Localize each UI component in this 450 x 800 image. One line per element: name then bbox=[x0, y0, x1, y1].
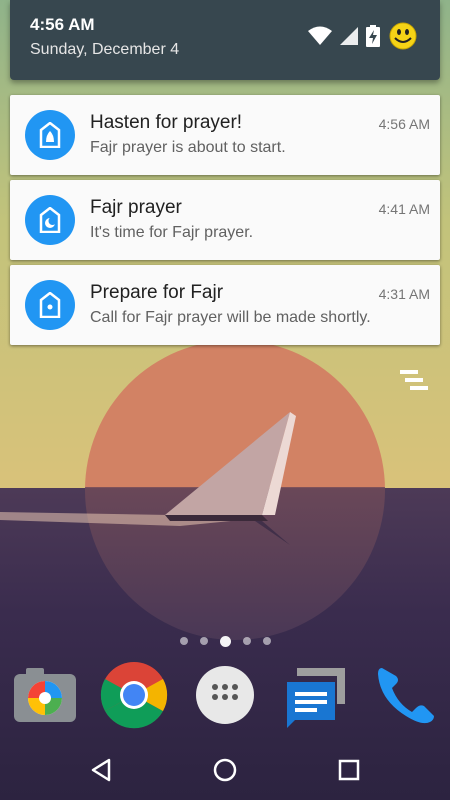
cellular-signal-icon bbox=[340, 27, 358, 45]
clear-all-icon[interactable] bbox=[396, 368, 432, 394]
status-icons bbox=[308, 22, 418, 50]
mosque-dot-icon bbox=[25, 280, 75, 330]
notification-body: It's time for Fajr prayer. bbox=[90, 224, 254, 241]
notification-shade-header[interactable]: 4:56 AM Sunday, December 4 bbox=[10, 0, 440, 80]
app-drawer-icon[interactable] bbox=[190, 660, 260, 730]
status-clock: 4:56 AM bbox=[30, 15, 95, 34]
notification-card[interactable]: Prepare for Fajr 4:31 AM Call for Fajr p… bbox=[10, 265, 440, 345]
notification-time: 4:31 AM bbox=[378, 286, 430, 302]
back-icon[interactable] bbox=[86, 755, 116, 785]
phone-app-icon[interactable] bbox=[370, 660, 440, 730]
notification-body: Fajr prayer is about to start. bbox=[90, 139, 286, 156]
page-dot bbox=[242, 637, 251, 645]
page-indicator bbox=[0, 634, 450, 648]
mosque-crescent-icon bbox=[25, 195, 75, 245]
notification-card[interactable]: Hasten for prayer! 4:56 AM Fajr prayer i… bbox=[10, 95, 440, 175]
smiley-avatar-icon[interactable] bbox=[388, 21, 418, 51]
battery-charging-icon bbox=[366, 25, 380, 47]
messenger-app-icon[interactable] bbox=[279, 660, 349, 730]
status-date: Sunday, December 4 bbox=[30, 41, 180, 58]
notification-time: 4:56 AM bbox=[378, 116, 430, 132]
wallpaper-sailboat bbox=[0, 412, 296, 545]
mosque-lock-icon bbox=[25, 110, 75, 160]
notification-card[interactable]: Fajr prayer 4:41 AM It's time for Fajr p… bbox=[10, 180, 440, 260]
chrome-app-icon[interactable] bbox=[99, 660, 169, 730]
page-dot bbox=[262, 637, 271, 645]
wifi-icon bbox=[308, 26, 332, 46]
page-dot-active bbox=[219, 635, 231, 647]
page-dot bbox=[179, 637, 188, 645]
notification-body: Call for Fajr prayer will be made shortl… bbox=[90, 309, 371, 326]
camera-app-icon[interactable] bbox=[8, 660, 78, 730]
notification-title: Fajr prayer bbox=[90, 197, 182, 218]
home-icon[interactable] bbox=[210, 755, 240, 785]
recents-icon[interactable] bbox=[334, 755, 364, 785]
navigation-bar bbox=[0, 740, 450, 800]
notification-time: 4:41 AM bbox=[378, 201, 430, 217]
notification-title: Prepare for Fajr bbox=[90, 282, 224, 303]
page-dot bbox=[199, 637, 208, 645]
home-dock bbox=[0, 660, 450, 732]
notification-title: Hasten for prayer! bbox=[90, 112, 243, 133]
